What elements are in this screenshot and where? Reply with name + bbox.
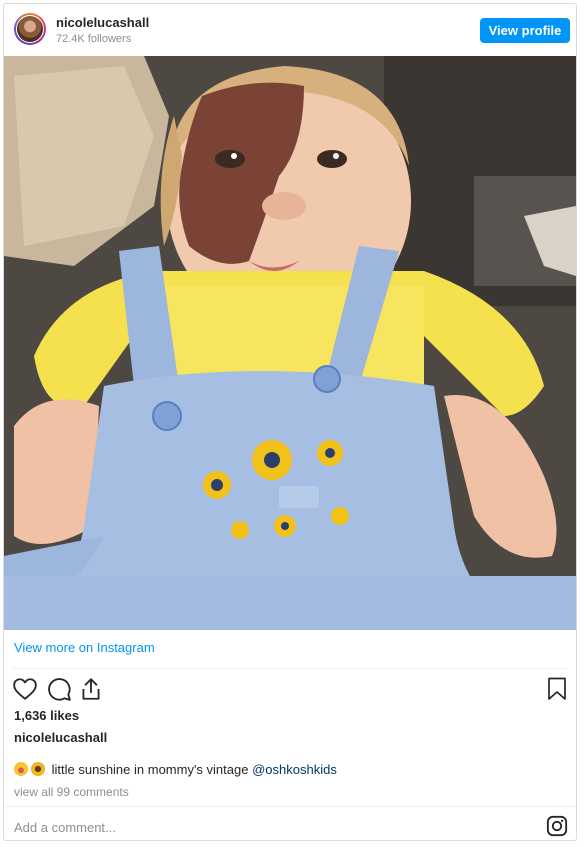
comment-icon[interactable] xyxy=(46,676,72,702)
divider xyxy=(4,806,576,807)
divider xyxy=(12,668,568,669)
post-caption: little sunshine in mommy's vintage @oshk… xyxy=(14,762,337,777)
header-username[interactable]: nicolelucashall xyxy=(56,15,149,30)
add-comment-input[interactable]: Add a comment... xyxy=(14,820,534,835)
like-count[interactable]: 1,636 likes xyxy=(14,708,79,723)
caption-text: little sunshine in mommy's vintage xyxy=(51,762,253,777)
avatar-image xyxy=(16,15,44,43)
view-all-comments-link[interactable]: view all 99 comments xyxy=(14,785,129,799)
share-icon[interactable] xyxy=(78,676,104,702)
view-profile-button[interactable]: View profile xyxy=(480,18,570,43)
instagram-embed-card: nicolelucashall 72.4K followers View pro… xyxy=(3,3,577,841)
tongue-face-emoji-icon xyxy=(14,762,28,776)
sunflower-emoji-icon xyxy=(31,762,45,776)
bookmark-icon[interactable] xyxy=(546,677,568,701)
caption-username[interactable]: nicolelucashall xyxy=(14,730,107,745)
view-more-on-instagram-link[interactable]: View more on Instagram xyxy=(14,640,155,655)
caption-mention-link[interactable]: @oshkoshkids xyxy=(252,762,337,777)
avatar[interactable] xyxy=(14,13,46,45)
post-header: nicolelucashall 72.4K followers View pro… xyxy=(4,4,576,56)
instagram-icon[interactable] xyxy=(546,815,568,837)
post-photo[interactable] xyxy=(4,56,576,630)
follower-count: 72.4K followers xyxy=(56,33,132,45)
heart-icon[interactable] xyxy=(12,676,38,702)
baby-photo-illustration xyxy=(4,56,576,630)
